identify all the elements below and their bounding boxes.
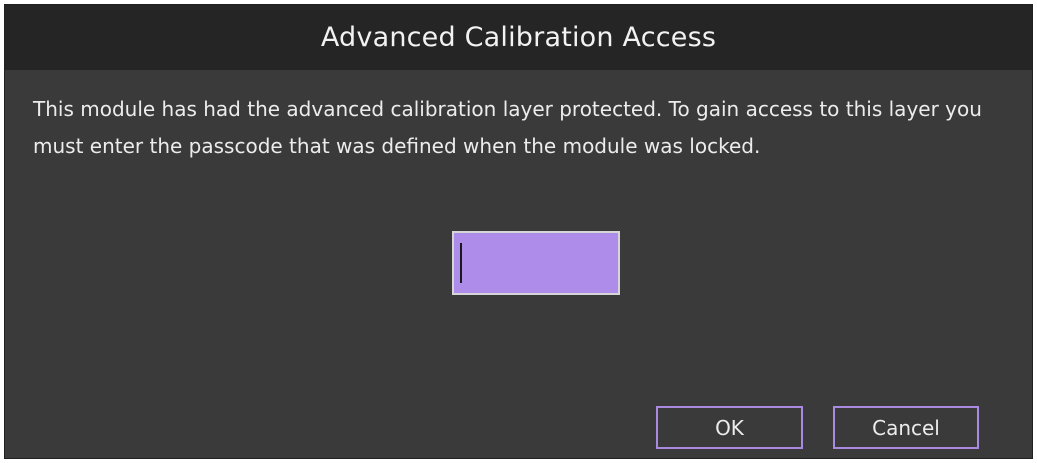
calibration-access-dialog: Advanced Calibration Access This module … — [4, 4, 1033, 459]
ok-button[interactable]: OK — [656, 406, 803, 449]
dialog-titlebar: Advanced Calibration Access — [5, 5, 1032, 70]
cancel-button[interactable]: Cancel — [833, 406, 979, 449]
dialog-message: This module has had the advanced calibra… — [33, 97, 982, 158]
text-caret — [460, 243, 462, 283]
passcode-input[interactable] — [452, 231, 620, 295]
dialog-title: Advanced Calibration Access — [320, 22, 717, 53]
